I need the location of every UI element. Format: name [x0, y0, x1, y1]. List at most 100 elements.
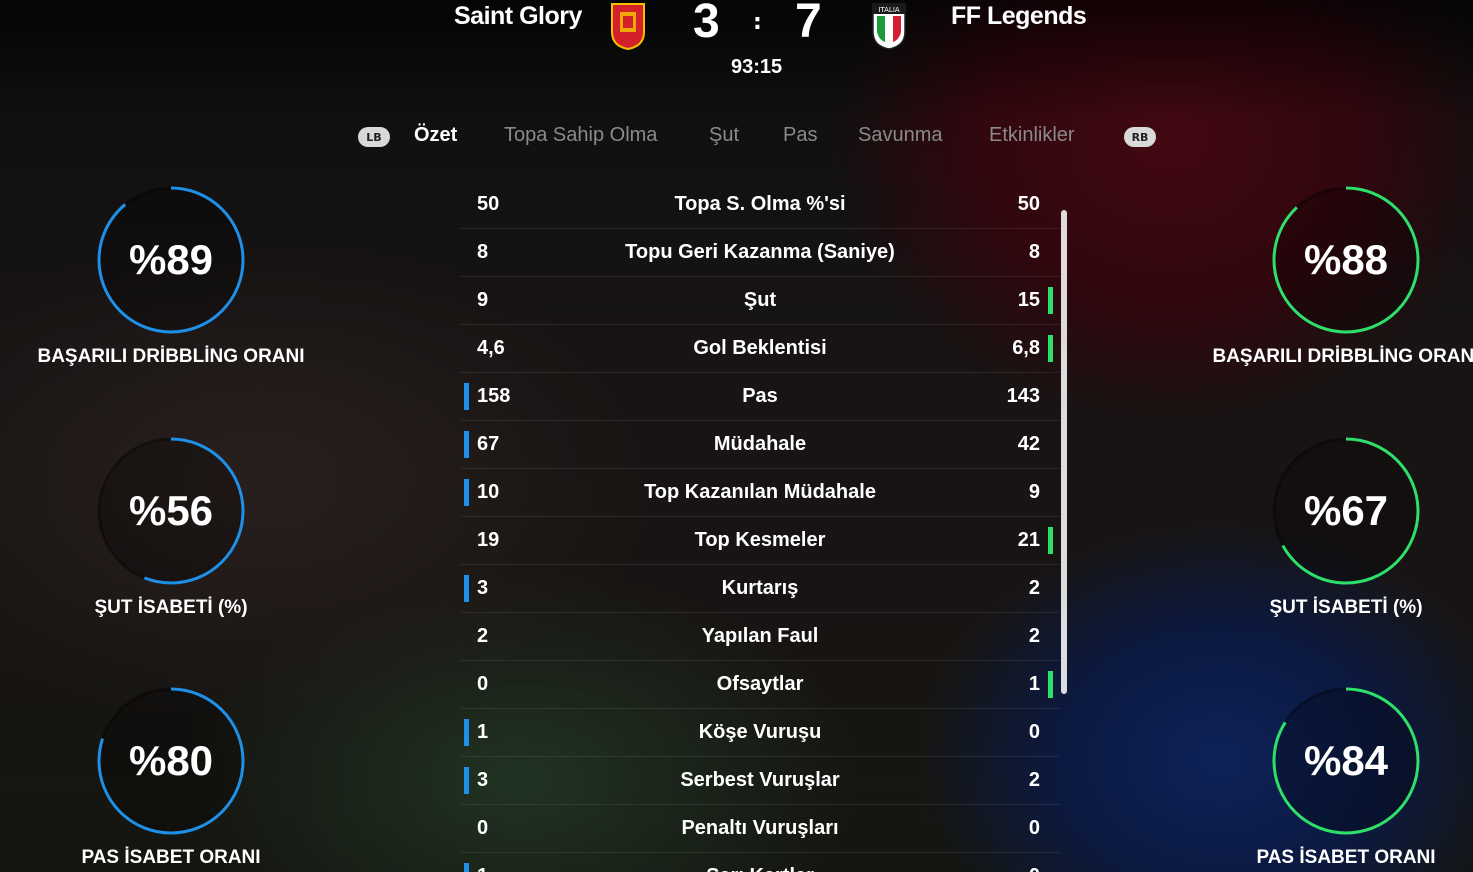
away-stat-value: 21: [1017, 529, 1040, 551]
home-stat-value: 3: [477, 769, 489, 791]
home-stat-value: 0: [477, 673, 489, 695]
away-team-name: FF Legends: [951, 2, 1087, 30]
home-stat-value: 158: [477, 385, 511, 407]
home-score: 3: [693, 0, 720, 48]
score-separator: :: [753, 10, 762, 35]
lb-button-icon[interactable]: LB: [358, 127, 390, 147]
away-stat-value: 6,8: [1012, 337, 1040, 359]
away-stat-value: 0: [1028, 721, 1040, 743]
away-stat-value: 0: [1028, 817, 1040, 839]
stat-name: Sarı Kartlar: [560, 865, 960, 872]
tab-ozet[interactable]: Özet: [414, 124, 457, 147]
home-stat-value: 0: [477, 817, 489, 839]
away-gauge-value: %88: [1303, 236, 1389, 283]
home-gauge-label: BAŞARILI DRİBBLİNG ORANI: [37, 346, 305, 367]
tab-savunma[interactable]: Savunma: [858, 124, 943, 147]
stat-name: Gol Beklentisi: [693, 337, 827, 359]
home-gauge-value: %89: [128, 236, 214, 283]
stat-row: 8 Topu Geri Kazanma (Saniye) 8: [460, 229, 1060, 277]
away-gauge-1: %88: [1271, 185, 1421, 335]
stat-name: Kurtarış: [721, 577, 799, 599]
stat-name: Topu Geri Kazanma (Saniye): [625, 241, 895, 263]
home-stat-value: 1: [477, 865, 488, 872]
home-stat-value: 8: [477, 241, 489, 263]
stat-name: Müdahale: [713, 433, 807, 455]
away-stat-value: 2: [1028, 577, 1040, 599]
home-gauge-1: %89: [96, 185, 246, 335]
stat-row: 0 Penaltı Vuruşları 0: [460, 805, 1060, 853]
away-gauge-value: %67: [1303, 487, 1389, 534]
away-gauge-label: ŞUT İSABETİ (%): [1269, 597, 1423, 618]
home-stat-value: 3: [477, 577, 489, 599]
away-team-crest-icon: ITALIA: [871, 2, 907, 50]
stat-row: 50 Topa S. Olma %'si 50: [460, 181, 1060, 229]
stat-name: Penaltı Vuruşları: [681, 817, 839, 839]
home-gauge-3: %80: [96, 686, 246, 836]
home-leader-bar: [464, 767, 469, 794]
home-gauge-2: %56: [96, 436, 246, 586]
stats-scrollbar[interactable]: [1061, 210, 1067, 694]
tab-pas[interactable]: Pas: [783, 124, 817, 147]
away-stat-value: 9: [1028, 481, 1040, 503]
home-team-name: Saint Glory: [454, 2, 582, 30]
stat-row: 3 Serbest Vuruşlar 2: [460, 757, 1060, 805]
home-leader-bar: [464, 719, 469, 746]
away-leader-bar: [1048, 671, 1053, 698]
home-leader-bar: [464, 575, 469, 602]
stat-name: Topa S. Olma %'si: [674, 193, 846, 215]
away-gauge-3: %84: [1271, 686, 1421, 836]
away-crest-text: ITALIA: [878, 6, 900, 14]
home-stat-value: 2: [477, 625, 489, 647]
home-leader-bar: [464, 479, 469, 506]
match-clock: 93:15: [731, 56, 783, 78]
stat-row: 0 Ofsaytlar 1: [460, 661, 1060, 709]
away-stat-value: 1: [1028, 673, 1040, 695]
home-stat-value: 19: [477, 529, 500, 551]
stat-row: 4,6 Gol Beklentisi 6,8: [460, 325, 1060, 373]
tab-sut[interactable]: Şut: [709, 124, 739, 147]
home-gauge-value: %80: [128, 737, 214, 784]
home-stat-value: 9: [477, 289, 489, 311]
tab-topa-sahip-olma[interactable]: Topa Sahip Olma: [504, 124, 657, 147]
away-gauge-label: BAŞARILI DRİBBLİNG ORANI: [1212, 346, 1473, 367]
away-stat-value: 50: [1017, 193, 1040, 215]
away-gauge-value: %84: [1303, 737, 1389, 784]
stat-row: 9 Şut 15: [460, 277, 1060, 325]
away-gauge-label: PAS İSABET ORANI: [1256, 847, 1436, 868]
home-gauge-value: %56: [128, 487, 214, 534]
away-stat-value: 15: [1017, 289, 1040, 311]
stat-name: Şut: [743, 289, 777, 311]
stat-row: 2 Yapılan Faul 2: [460, 613, 1060, 661]
stat-name: Top Kesmeler: [694, 529, 826, 551]
stat-row: 1 Sarı Kartlar 0: [460, 853, 1060, 872]
stat-name: Köşe Vuruşu: [698, 721, 822, 743]
away-stat-value: 143: [1006, 385, 1040, 407]
home-gauge-label: PAS İSABET ORANI: [81, 847, 261, 868]
away-stat-value: 8: [1028, 241, 1040, 263]
stat-name: Pas: [742, 385, 778, 407]
away-stat-value: 2: [1028, 625, 1040, 647]
home-stat-value: 1: [477, 721, 489, 743]
away-leader-bar: [1048, 287, 1053, 314]
away-stat-value: 42: [1017, 433, 1040, 455]
home-leader-bar: [464, 431, 469, 458]
home-stat-value: 50: [477, 193, 500, 215]
home-team-crest-icon: [610, 2, 646, 51]
home-stat-value: 4,6: [477, 337, 505, 359]
tab-etkinlikler[interactable]: Etkinlikler: [989, 124, 1075, 147]
stat-name: Ofsaytlar: [716, 673, 804, 695]
stats-table: 50 Topa S. Olma %'si 50 8 Topu Geri Kazanma …: [460, 181, 1060, 872]
stat-row: 158 Pas 143: [460, 373, 1060, 421]
home-leader-bar: [464, 383, 469, 410]
home-stat-value: 10: [477, 481, 500, 503]
stat-row: 67 Müdahale 42: [460, 421, 1060, 469]
stat-row: 1 Köşe Vuruşu 0: [460, 709, 1060, 757]
away-gauge-2: %67: [1271, 436, 1421, 586]
away-leader-bar: [1048, 335, 1053, 362]
away-leader-bar: [1048, 527, 1053, 554]
stat-name: Yapılan Faul: [701, 625, 819, 647]
away-stat-value: 2: [1028, 769, 1040, 791]
stat-row: 19 Top Kesmeler 21: [460, 517, 1060, 565]
away-stat-value: 0: [1029, 865, 1040, 872]
stat-row: 10 Top Kazanılan Müdahale 9: [460, 469, 1060, 517]
